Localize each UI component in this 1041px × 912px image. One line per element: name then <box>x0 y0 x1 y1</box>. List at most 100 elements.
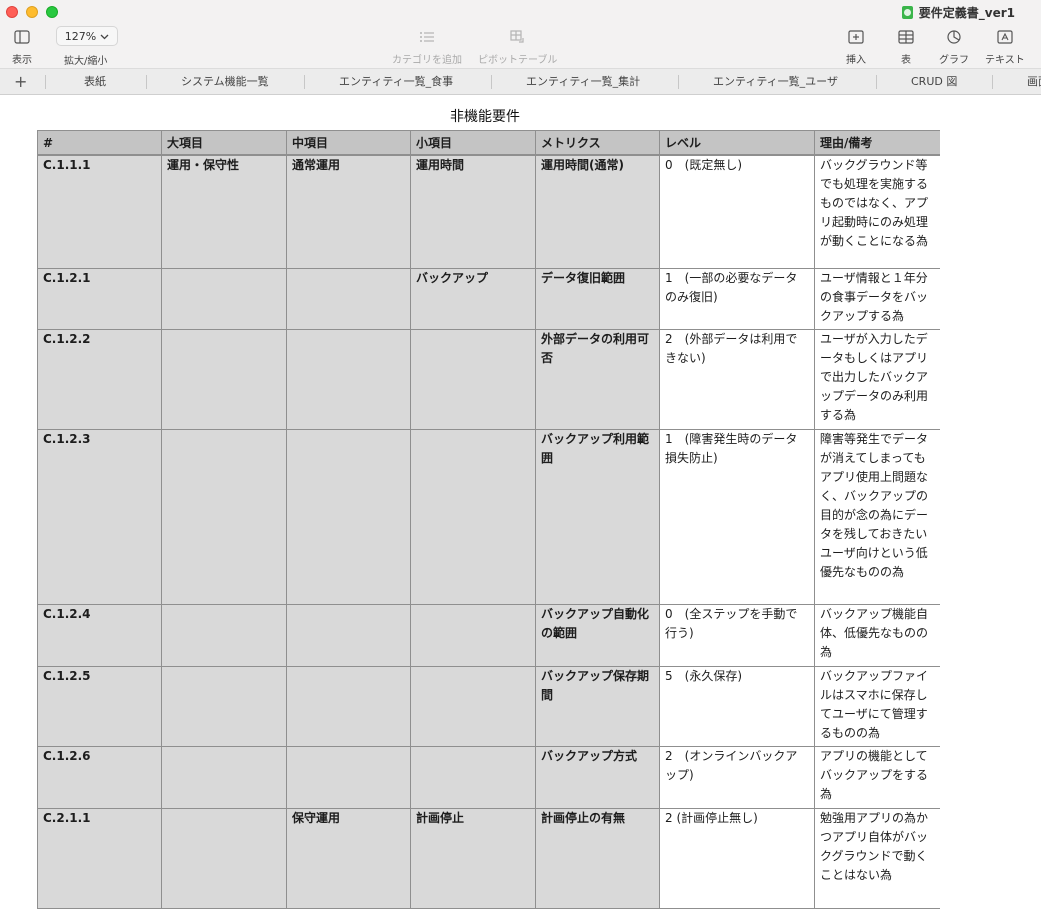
cell-metric[interactable]: 運用時間(通常) <box>535 154 660 269</box>
cell-minor-item[interactable] <box>410 746 536 809</box>
text-box-icon <box>997 27 1013 47</box>
cell-reason[interactable]: ユーザ情報と１年分の食事データをバックアップする為 <box>814 268 940 330</box>
cell-minor-item[interactable]: 計画停止 <box>410 808 536 909</box>
add-category-button[interactable]: カテゴリを追加 <box>392 27 462 66</box>
cell-major-item[interactable] <box>161 329 287 430</box>
cell-minor-item[interactable] <box>410 429 536 605</box>
cell-major-item[interactable] <box>161 429 287 605</box>
cell-id[interactable]: C.1.1.1 <box>37 154 162 269</box>
cell-id[interactable]: C.1.2.4 <box>37 604 162 667</box>
cell-major-item[interactable] <box>161 268 287 330</box>
text-button[interactable]: テキスト <box>985 27 1025 66</box>
cell-middle-item[interactable] <box>286 329 411 430</box>
tab-divider <box>678 75 679 89</box>
cell-metric[interactable]: バックアップ保存期間 <box>535 666 660 747</box>
tab-system-functions[interactable]: システム機能一覧 <box>181 69 269 94</box>
table-row: C.1.1.1 運用・保守性 通常運用 運用時間 運用時間(通常) 0 (既定無… <box>37 154 940 269</box>
zoom-label-item: 拡大/縮小 <box>64 52 107 67</box>
column-header[interactable]: # <box>37 130 162 156</box>
table-label: 表 <box>901 55 911 66</box>
tab-crud[interactable]: CRUD 図 <box>911 69 957 94</box>
cell-middle-item[interactable] <box>286 604 411 667</box>
cell-metric[interactable]: 計画停止の有無 <box>535 808 660 909</box>
chart-button[interactable]: グラフ <box>939 27 969 66</box>
cell-metric[interactable]: バックアップ方式 <box>535 746 660 809</box>
column-header[interactable]: 中項目 <box>286 130 411 156</box>
numbers-document-icon <box>901 6 913 19</box>
cell-id[interactable]: C.1.2.5 <box>37 666 162 747</box>
cell-reason[interactable]: バックグラウンド等でも処理を実施するものではなく、アプリ起動時にのみ処理が動くこ… <box>814 154 940 269</box>
list-icon <box>419 27 435 47</box>
cell-reason[interactable]: 勉強用アプリの為かつアプリ自体がバックグラウンドで動くことはない為 <box>814 808 940 909</box>
column-header[interactable]: 大項目 <box>161 130 287 156</box>
column-header[interactable]: レベル <box>659 130 815 156</box>
table-row: C.1.2.1 バックアップ データ復旧範囲 1 (一部の必要なデータのみ復旧)… <box>37 268 940 330</box>
insert-button[interactable]: 挿入 <box>846 27 866 66</box>
cell-minor-item[interactable]: 運用時間 <box>410 154 536 269</box>
tab-cover[interactable]: 表紙 <box>84 69 106 94</box>
cell-reason[interactable]: アプリの機能としてバックアップをする為 <box>814 746 940 809</box>
cell-middle-item[interactable] <box>286 746 411 809</box>
close-window-button[interactable] <box>6 6 18 18</box>
cell-level[interactable]: 0 (既定無し) <box>659 154 815 269</box>
column-header[interactable]: メトリクス <box>535 130 660 156</box>
cell-minor-item[interactable]: バックアップ <box>410 268 536 330</box>
table-row: C.1.2.6 バックアップ方式 2 (オンラインバックアップ) アプリの機能と… <box>37 746 940 809</box>
zoom-select[interactable]: 127% <box>56 26 118 46</box>
cell-minor-item[interactable] <box>410 604 536 667</box>
cell-level[interactable]: 5 (永久保存) <box>659 666 815 747</box>
cell-middle-item[interactable]: 通常運用 <box>286 154 411 269</box>
tab-entity-meals[interactable]: エンティティ一覧_食事 <box>339 69 453 94</box>
tab-screens[interactable]: 画面 <box>1027 69 1041 94</box>
cell-reason[interactable]: バックアップ機能自体、低優先なものの為 <box>814 604 940 667</box>
zoom-label: 拡大/縮小 <box>64 56 108 67</box>
cell-metric[interactable]: バックアップ自動化の範囲 <box>535 604 660 667</box>
cell-reason[interactable]: ユーザが入力したデータもしくはアプリで出力したバックアップデータのみ利用する為 <box>814 329 940 430</box>
cell-major-item[interactable] <box>161 604 287 667</box>
cell-reason[interactable]: 障害等発生でデータが消えてしまってもアプリ使用上問題なく、バックアップの目的が念… <box>814 429 940 605</box>
column-header[interactable]: 理由/備考 <box>814 130 940 156</box>
table-row: C.2.1.1 保守運用 計画停止 計画停止の有無 2 (計画停止無し) 勉強用… <box>37 808 940 909</box>
cell-metric[interactable]: データ復旧範囲 <box>535 268 660 330</box>
cell-middle-item[interactable]: 保守運用 <box>286 808 411 909</box>
cell-reason[interactable]: バックアップファイルはスマホに保存してユーザにて管理するものの為 <box>814 666 940 747</box>
cell-id[interactable]: C.1.2.3 <box>37 429 162 605</box>
document-title-text: 要件定義書_ver1 <box>918 6 1015 20</box>
tab-entity-users[interactable]: エンティティ一覧_ユーザ <box>713 69 838 94</box>
cell-middle-item[interactable] <box>286 429 411 605</box>
cell-level[interactable]: 2 (オンラインバックアップ) <box>659 746 815 809</box>
tab-divider <box>45 75 46 89</box>
cell-minor-item[interactable] <box>410 329 536 430</box>
table-row: C.1.2.2 外部データの利用可否 2 (外部データは利用できない) ユーザが… <box>37 329 940 430</box>
zoom-window-button[interactable] <box>46 6 58 18</box>
zoom-value: 127% <box>64 29 97 43</box>
cell-metric[interactable]: バックアップ利用範囲 <box>535 429 660 605</box>
cell-level[interactable]: 1 (一部の必要なデータのみ復旧) <box>659 268 815 330</box>
cell-major-item[interactable] <box>161 666 287 747</box>
pivot-table-label: ピボットテーブル <box>478 55 558 66</box>
cell-middle-item[interactable] <box>286 268 411 330</box>
text-label: テキスト <box>985 55 1025 66</box>
cell-id[interactable]: C.1.2.1 <box>37 268 162 330</box>
column-header[interactable]: 小項目 <box>410 130 536 156</box>
cell-major-item[interactable] <box>161 808 287 909</box>
cell-middle-item[interactable] <box>286 666 411 747</box>
add-sheet-button[interactable]: + <box>14 69 27 94</box>
table-icon <box>898 27 914 47</box>
view-button[interactable]: 表示 <box>12 27 32 66</box>
table-button[interactable]: 表 <box>898 27 914 66</box>
cell-metric[interactable]: 外部データの利用可否 <box>535 329 660 430</box>
minimize-window-button[interactable] <box>26 6 38 18</box>
cell-level[interactable]: 2 (外部データは利用できない) <box>659 329 815 430</box>
cell-level[interactable]: 1 (障害発生時のデータ損失防止) <box>659 429 815 605</box>
pivot-table-button[interactable]: ピボットテーブル <box>478 27 557 66</box>
cell-id[interactable]: C.1.2.6 <box>37 746 162 809</box>
cell-id[interactable]: C.1.2.2 <box>37 329 162 430</box>
cell-level[interactable]: 0 (全ステップを手動で行う) <box>659 604 815 667</box>
cell-level[interactable]: 2 (計画停止無し) <box>659 808 815 909</box>
tab-entity-aggregate[interactable]: エンティティ一覧_集計 <box>526 69 640 94</box>
cell-id[interactable]: C.2.1.1 <box>37 808 162 909</box>
cell-major-item[interactable]: 運用・保守性 <box>161 154 287 269</box>
cell-minor-item[interactable] <box>410 666 536 747</box>
cell-major-item[interactable] <box>161 746 287 809</box>
